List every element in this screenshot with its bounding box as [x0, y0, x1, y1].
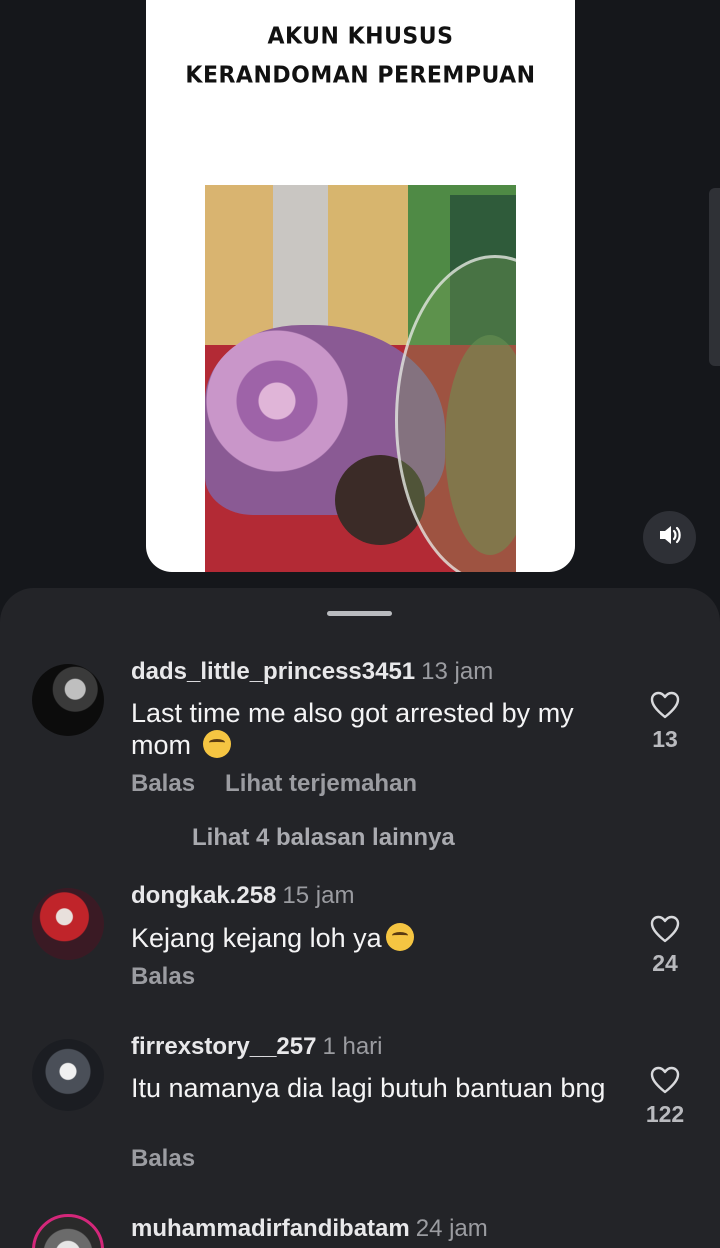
reply-button[interactable]: Balas	[131, 770, 195, 797]
see-translation-button[interactable]: Lihat terjemahan	[225, 770, 417, 797]
speaker-volume-icon	[657, 522, 683, 553]
like-count: 122	[645, 1101, 685, 1127]
comment-username[interactable]: firrexstory__257	[131, 1033, 316, 1060]
like-count: 13	[652, 726, 678, 752]
like-button[interactable]: 24	[640, 914, 690, 977]
sheet-drag-handle[interactable]	[327, 611, 392, 616]
comment-time: 15 jam	[282, 882, 355, 909]
reply-button[interactable]: Balas	[131, 963, 195, 990]
side-panel-handle[interactable]	[709, 188, 720, 366]
comments-sheet: dads_little_princess3451 13 jam Last time…	[0, 588, 720, 1248]
avatar[interactable]	[32, 888, 104, 960]
heart-icon	[650, 915, 680, 943]
comment-time: 24 jam	[415, 1215, 488, 1242]
like-button[interactable]: 13	[640, 690, 690, 753]
video-area: AKUN KHUSUS KERANDOMAN PEREMPUAN	[0, 0, 720, 600]
view-more-replies-button[interactable]: Lihat 4 balasan lainnya	[192, 824, 455, 852]
like-button[interactable]: 122	[640, 1065, 690, 1128]
comment-username[interactable]: dongkak.258	[131, 882, 276, 909]
heart-icon	[650, 691, 680, 719]
crying-face-icon	[202, 730, 231, 758]
like-count: 24	[652, 950, 678, 976]
video-caption-line1: AKUN KHUSUS	[267, 23, 454, 50]
comment-text: Itu namanya dia lagi butuh bantuan bng	[131, 1073, 606, 1103]
avatar[interactable]	[32, 664, 104, 736]
video-player[interactable]: AKUN KHUSUS KERANDOMAN PEREMPUAN	[146, 0, 575, 572]
comment-text: Last time me also got arrested by my mom	[131, 698, 574, 760]
comment-time: 1 hari	[322, 1033, 383, 1060]
heart-icon	[650, 1066, 680, 1094]
sound-toggle-button[interactable]	[643, 511, 696, 564]
video-frame[interactable]	[205, 185, 516, 572]
video-caption-line2: KERANDOMAN PEREMPUAN	[185, 62, 536, 89]
comment-text: Kejang kejang loh ya	[131, 922, 631, 954]
comment-time: 13 jam	[421, 658, 494, 685]
laughing-tears-icon	[385, 923, 414, 951]
reply-button[interactable]: Balas	[131, 1145, 195, 1172]
avatar[interactable]	[32, 1214, 104, 1248]
comment-username[interactable]: muhammadirfandibatam	[131, 1215, 410, 1242]
avatar[interactable]	[32, 1039, 104, 1111]
comment-username[interactable]: dads_little_princess3451	[131, 658, 415, 685]
